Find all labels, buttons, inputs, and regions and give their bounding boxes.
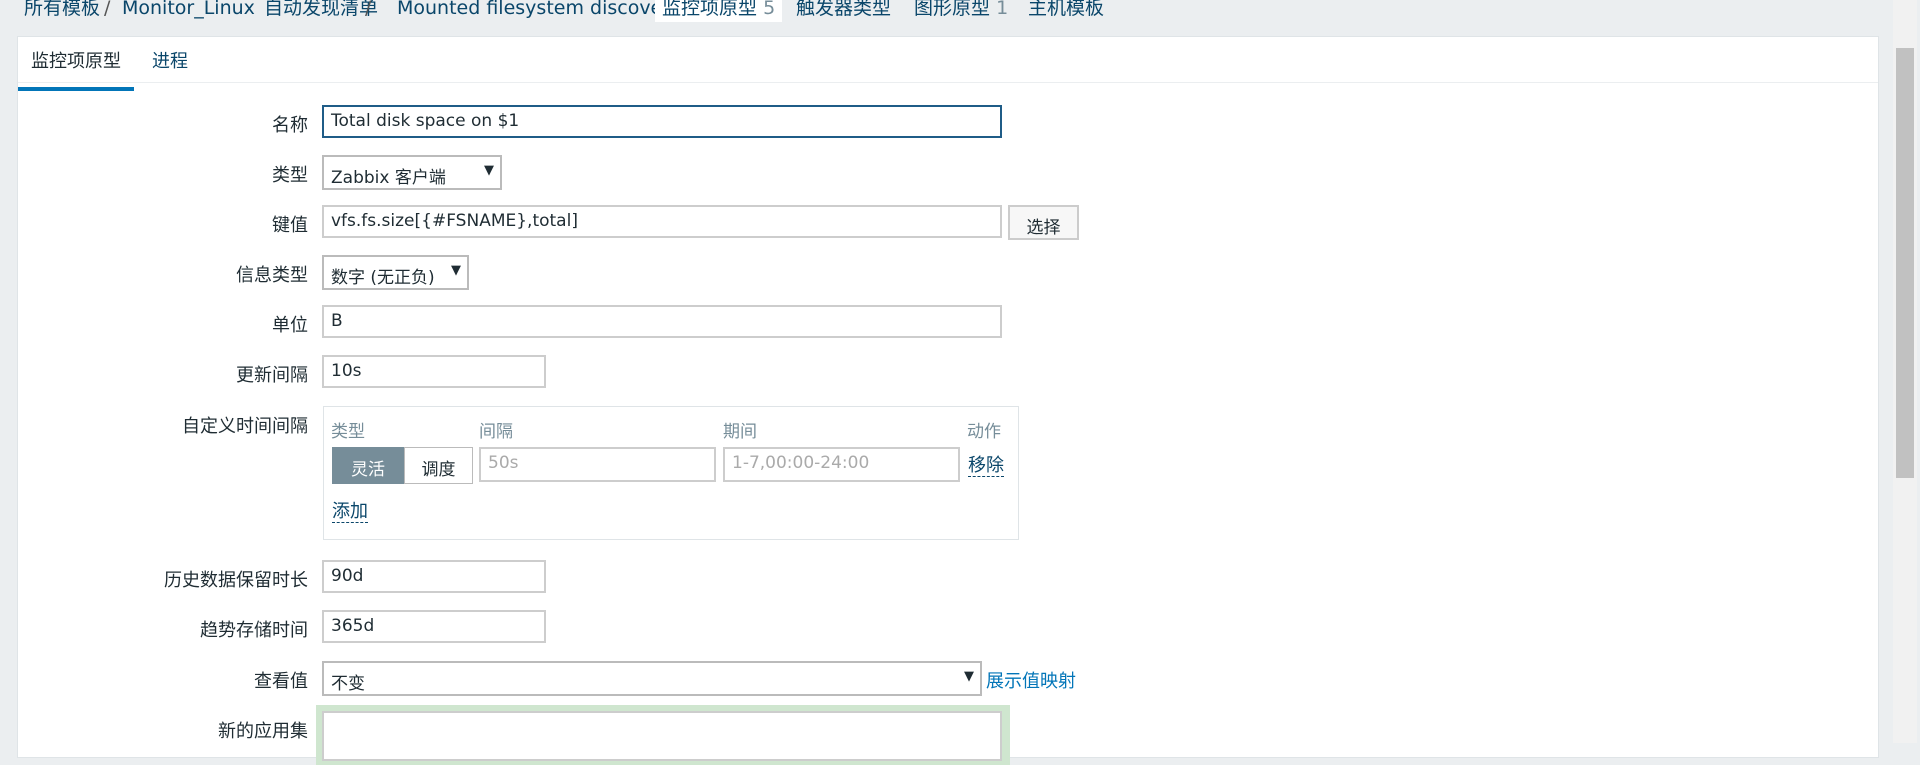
trends-input[interactable]: 365d [322,610,546,643]
name-label: 名称 [272,115,308,136]
select-button[interactable]: 选择 [1008,205,1079,240]
valuemap-label: 查看值 [254,671,308,692]
info-type-label: 信息类型 [236,265,308,286]
info-type-select[interactable]: 数字 (无正负) ▼ [322,255,469,290]
history-label: 历史数据保留时长 [164,570,308,591]
breadcrumb-host-templates[interactable]: 主机模板 [1028,0,1104,22]
tab-bar: 监控项原型 进程 [18,37,1878,91]
info-type-select-value: 数字 (无正负) [331,268,435,288]
trends-label: 趋势存储时间 [200,620,308,641]
interval-input[interactable]: 10s [322,355,546,388]
item-prototypes-count: 5 [763,0,776,19]
units-input[interactable]: B [322,305,1002,338]
type-select-value: Zabbix 客户端 [331,168,446,188]
graph-prototypes-label: 图形原型 [914,0,991,19]
breadcrumb-separator: / [104,0,111,19]
interval-label: 更新间隔 [236,365,308,386]
history-input[interactable]: 90d [322,560,546,593]
chevron-down-icon: ▼ [451,263,461,278]
key-label: 键值 [272,215,308,236]
show-valuemap-link[interactable]: 展示值映射 [986,667,1076,693]
breadcrumb-template[interactable]: Monitor_Linux [122,0,255,22]
graph-prototypes-count: 1 [996,0,1009,19]
col-period-header: 期间 [723,422,757,442]
breadcrumb-separator: / [365,0,372,19]
valuemap-select[interactable]: 不变 ▼ [322,661,982,696]
toggle-flexible[interactable]: 灵活 [332,447,404,484]
breadcrumb-all-templates[interactable]: 所有模板 [24,0,100,22]
item-prototypes-label: 监控项原型 [662,0,758,19]
breadcrumb-discovery-rule[interactable]: Mounted filesystem discovery [397,0,681,22]
new-app-label: 新的应用集 [218,721,308,742]
breadcrumb-trigger-types[interactable]: 触发器类型 [796,0,891,22]
custom-intervals-table: 类型 间隔 期间 动作 灵活 调度 50s 1-7,00:00-24:00 移除… [323,406,1019,540]
add-link[interactable]: 添加 [332,501,368,523]
custom-intervals-label: 自定义时间间隔 [182,416,308,437]
period-input[interactable]: 1-7,00:00-24:00 [723,447,960,482]
interval-value-input[interactable]: 50s [479,447,716,482]
units-label: 单位 [272,315,308,336]
col-type-header: 类型 [331,422,365,442]
tab-process[interactable]: 进程 [152,47,188,73]
remove-link[interactable]: 移除 [968,455,1004,477]
col-action-header: 动作 [967,422,1001,442]
valuemap-select-value: 不变 [331,674,365,694]
tab-item-prototype[interactable]: 监控项原型 [18,47,134,91]
form-panel: 监控项原型 进程 名称 Total disk space on $1 类型 Za… [17,36,1879,765]
key-input[interactable]: vfs.fs.size[{#FSNAME},total] [322,205,1002,238]
col-interval-header: 间隔 [479,422,513,442]
breadcrumb-discovery-list[interactable]: 自动发现清单 [264,0,378,22]
breadcrumb-graph-prototypes[interactable]: 图形原型 1 [914,0,1008,22]
toggle-scheduling[interactable]: 调度 [404,447,473,484]
scrollbar-thumb[interactable] [1896,48,1914,478]
chevron-down-icon: ▼ [964,669,974,684]
interval-type-toggle: 灵活 调度 [332,447,473,484]
type-select[interactable]: Zabbix 客户端 ▼ [322,155,502,190]
name-input[interactable]: Total disk space on $1 [322,105,1002,138]
chevron-down-icon: ▼ [484,163,494,178]
new-app-input[interactable] [322,711,1002,761]
breadcrumb: 所有模板 / Monitor_Linux 自动发现清单 / Mounted fi… [0,0,1880,26]
breadcrumb-item-prototypes[interactable]: 监控项原型 5 [655,0,783,22]
type-label: 类型 [272,165,308,186]
